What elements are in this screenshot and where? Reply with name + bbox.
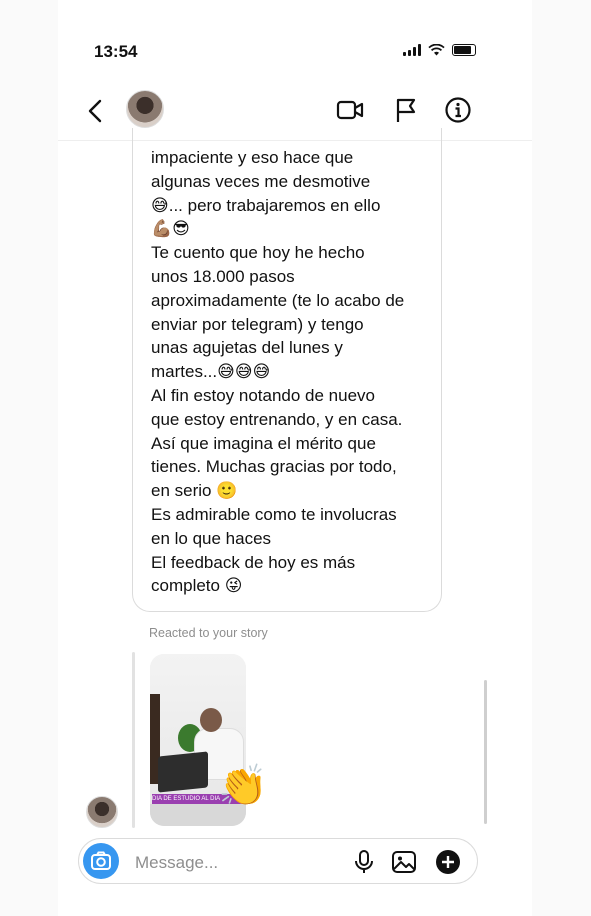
message-line: unos 18.000 pasos [151, 266, 295, 286]
message-line: El feedback de hoy es más [151, 552, 356, 572]
message-line: unas agujetas del lunes y [151, 338, 343, 358]
message-line: Te cuento que hoy he hecho [151, 243, 365, 263]
back-icon[interactable] [84, 98, 108, 124]
message-composer [78, 838, 478, 884]
message-line: tienes. Muchas gracias por todo, [151, 457, 397, 477]
message-line: en serio 🙂 [151, 481, 238, 501]
message-line: Así que imagina el mérito que [151, 433, 376, 453]
clap-reaction: 👏 [218, 764, 268, 808]
sender-avatar[interactable] [86, 796, 118, 828]
message-line: impaciente y eso hace que [151, 148, 354, 167]
message-bubble[interactable]: impaciente y eso hace que algunas veces … [132, 128, 442, 612]
flag-icon[interactable] [392, 96, 420, 124]
story-person-head [200, 708, 222, 732]
message-line: aproximadamente (te lo acabo de [151, 290, 405, 310]
message-line: en lo que haces [151, 528, 272, 548]
microphone-icon[interactable] [351, 849, 377, 875]
message-line: algunas veces me desmotive [151, 171, 371, 191]
add-icon[interactable] [435, 849, 461, 875]
phone-screen: 13:54 impaciente y eso hace que algunas … [58, 0, 532, 916]
message-text: impaciente y eso hace que algunas veces … [151, 146, 441, 598]
scrollbar[interactable] [484, 680, 487, 824]
message-line: Es admirable como te involucras [151, 504, 397, 524]
message-line: enviar por telegram) y tengo [151, 314, 364, 334]
message-line: martes...😅😅😅 [151, 362, 271, 382]
message-input[interactable] [133, 849, 337, 877]
wifi-icon [428, 44, 445, 56]
message-line: 💪🏽😎 [151, 219, 190, 239]
gallery-icon[interactable] [391, 849, 417, 875]
message-line: Al fin estoy notando de nuevo [151, 385, 375, 405]
story-reply-bar [132, 652, 135, 828]
message-line: completo 😜 [151, 576, 243, 596]
battery-icon [452, 44, 476, 56]
camera-icon [91, 851, 111, 870]
story-reaction-label: Reacted to your story [149, 626, 268, 640]
camera-button[interactable] [83, 843, 119, 879]
status-icons [403, 44, 476, 56]
contact-avatar[interactable] [126, 90, 164, 128]
info-icon[interactable] [444, 96, 472, 124]
status-time: 13:54 [94, 42, 138, 61]
video-call-icon[interactable] [336, 96, 364, 124]
message-line: que estoy entrenando, y en casa. [151, 409, 403, 429]
story-monitor [158, 751, 208, 793]
message-line: 😅... pero trabajaremos en ello [151, 195, 381, 215]
cellular-signal-icon [403, 44, 421, 56]
